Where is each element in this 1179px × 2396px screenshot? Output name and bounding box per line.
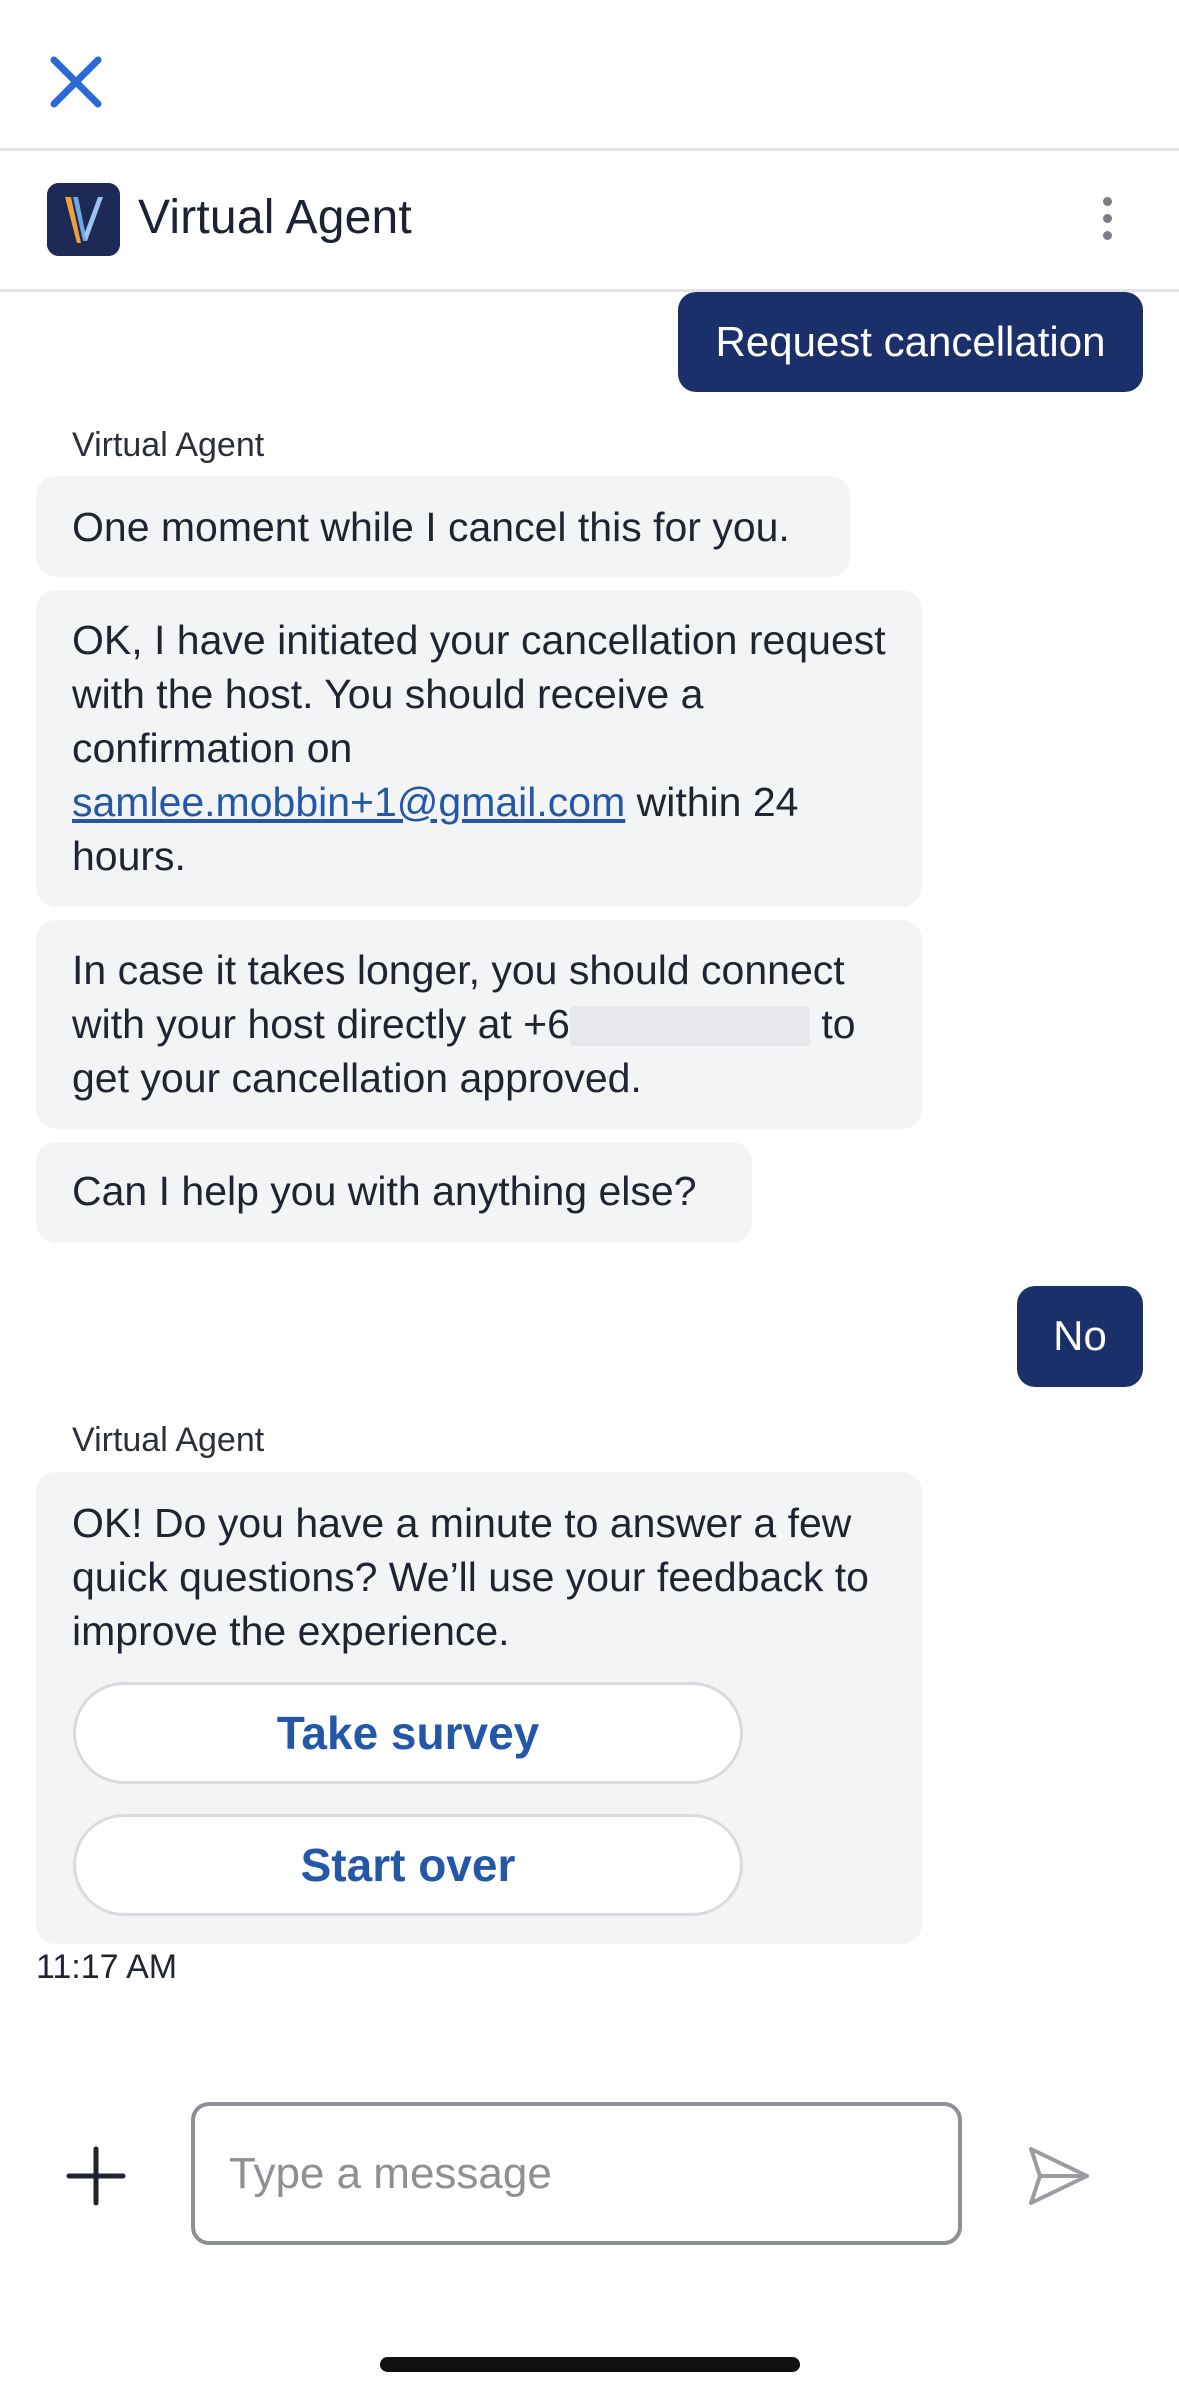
agent-message: In case it takes longer, you should conn… [36,920,922,1129]
close-button[interactable] [44,50,108,114]
close-icon [50,56,102,108]
agent-message: One moment while I cancel this for you. [36,476,850,577]
sender-label: Virtual Agent [72,1421,265,1459]
plus-icon [66,2146,126,2206]
agent-message-text: OK! Do you have a minute to answer a few… [72,1500,869,1654]
send-icon [1029,2147,1089,2205]
sender-label: Virtual Agent [72,426,265,464]
agent-message-text: OK, I have initiated your cancellation r… [72,617,886,771]
agent-message: Can I help you with anything else? [36,1142,752,1243]
virtual-agent-logo [47,183,120,256]
user-message: No [1017,1286,1143,1387]
email-link[interactable]: samlee.mobbin+1@gmail.com [72,779,625,825]
message-timestamp: 11:17 AM [36,1948,178,1986]
top-bar [0,0,1179,151]
agent-message: OK, I have initiated your cancellation r… [36,590,922,907]
take-survey-button[interactable]: Take survey [73,1682,743,1784]
chat-header: Virtual Agent [0,151,1179,292]
user-message: Request cancellation [678,292,1143,392]
more-options-button[interactable] [1090,197,1124,243]
message-input[interactable] [191,2102,962,2245]
agent-message-text: Can I help you with anything else? [72,1168,697,1214]
redacted-phone-number [569,1006,810,1046]
agent-message-text: One moment while I cancel this for you. [72,504,790,550]
home-indicator [380,2357,800,2372]
chat-screen: Virtual Agent Request cancellation Virtu… [0,0,1179,2396]
add-attachment-button[interactable] [66,2146,126,2206]
header-title: Virtual Agent [138,191,412,244]
more-vertical-icon [1090,197,1124,240]
start-over-button[interactable]: Start over [73,1814,743,1916]
send-button[interactable] [1026,2143,1092,2209]
